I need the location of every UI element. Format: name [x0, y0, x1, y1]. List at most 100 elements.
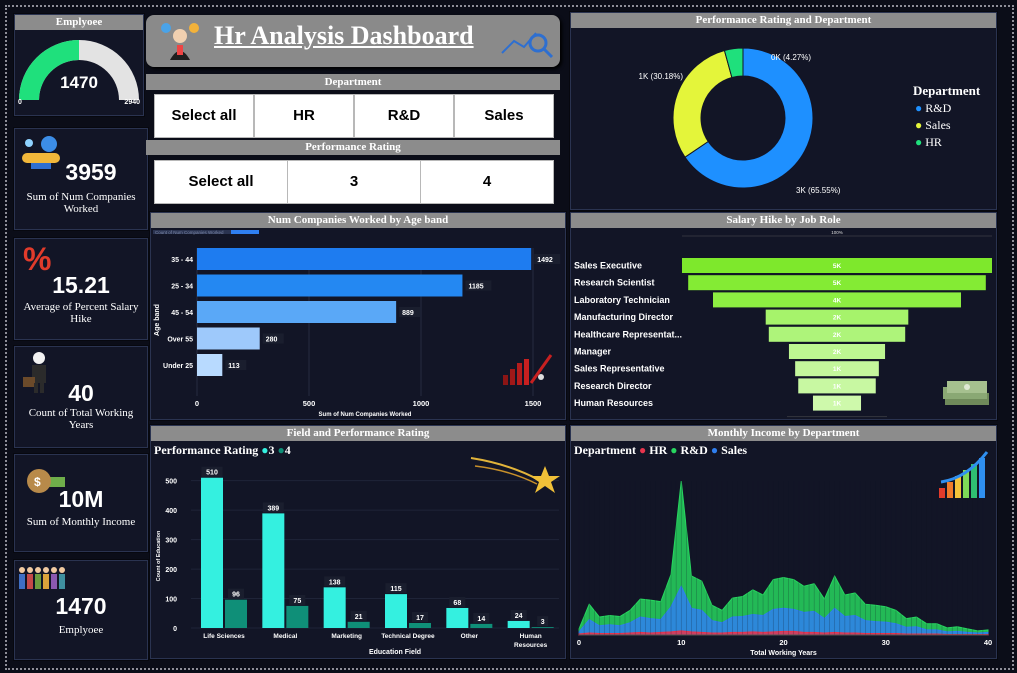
legend-item-hr[interactable]: ● HR [915, 134, 951, 151]
bar-Life-Sciences-rating-4 [225, 599, 247, 628]
legend-swatch [231, 230, 259, 234]
funnel-data-label: 2K [833, 332, 842, 339]
department-slicer-header: Department [146, 74, 560, 90]
donut-data-label: 0K (4.27%) [771, 53, 811, 62]
rating-option-4[interactable]: 4 [420, 160, 554, 204]
funnel-category-label: Laboratory Technician [574, 295, 670, 305]
x-tick-label: Other [461, 633, 479, 640]
gauge-min: 0 [18, 99, 22, 106]
legend-item-sales[interactable]: ● Sales [915, 117, 951, 134]
x-tick-label: 0 [195, 399, 199, 408]
y-tick-label: 45 - 54 [171, 310, 193, 317]
bar-Medical-rating-3 [262, 513, 285, 628]
y-tick-label: 0 [173, 626, 177, 633]
y-tick-label: 35 - 44 [171, 257, 193, 264]
data-label: 24 [515, 613, 523, 620]
cash-stack-icon [941, 379, 993, 414]
x-tick-label: Life Sciences [203, 633, 245, 640]
bar-35---44 [197, 248, 532, 270]
age-band-header: Num Companies Worked by Age band [151, 213, 565, 228]
donut-data-label: 1K (30.18%) [639, 72, 684, 81]
funnel-top-label: 100% [831, 230, 843, 235]
kpi-value: 40 [68, 380, 94, 406]
dept-option-rnd[interactable]: R&D [354, 94, 454, 138]
kpi-label: Count of Total Working Years [28, 407, 134, 431]
age-band-bar-card: Num Companies Worked by Age band Count o… [150, 212, 566, 420]
employee-gauge-card: Emplyoee 1470 0 2940 [14, 14, 144, 116]
rising-bars-icon [937, 448, 991, 505]
funnel-data-label: 4K [833, 297, 842, 304]
dept-option-sales[interactable]: Sales [454, 94, 554, 138]
rating-option-select-all[interactable]: Select all [154, 160, 288, 204]
x-tick-label: 0 [577, 638, 581, 647]
bar-Marketing-rating-4 [347, 621, 370, 628]
data-label: 17 [416, 615, 424, 622]
funnel-category-label: Research Director [574, 381, 652, 391]
people-icon [17, 565, 69, 596]
data-label: 68 [453, 600, 461, 607]
funnel-category-label: Sales Representative [574, 364, 665, 374]
bar-Human-Resources-rating-3 [507, 620, 530, 628]
bar-Under-25 [197, 354, 223, 376]
kpi-value: 10M [58, 486, 104, 512]
kpi-value: 3959 [65, 159, 117, 185]
dept-option-hr[interactable]: HR [254, 94, 354, 138]
bar-Human-Resources-rating-4 [531, 627, 554, 628]
rating-slicer: Performance Rating Select all 3 4 [146, 140, 560, 206]
y-tick-label: Over 55 [167, 337, 193, 344]
gauge-header: Emplyoee [15, 15, 143, 30]
kpi-card-salary-hike: % 15.21 Average of Percent Salary Hike [14, 238, 148, 340]
legend-dot: ● [915, 135, 923, 149]
funnel-category-label: Manager [574, 347, 612, 357]
x-tick-label: 500 [303, 399, 316, 408]
bar-Over-55 [197, 327, 260, 350]
funnel-category-label: Human Resources [574, 398, 653, 408]
gauge-max: 2940 [124, 99, 140, 106]
bar-Technical-Degree-rating-3 [385, 594, 407, 628]
legend-item-rnd[interactable]: ● R&D [915, 100, 951, 117]
title-banner: Hr Analysis Dashboard [146, 15, 560, 67]
funnel-data-label: 1K [833, 383, 842, 390]
x-tick-label: Human [520, 633, 542, 640]
y-tick-label: 100 [165, 597, 177, 604]
funnel-category-label: Sales Executive [574, 261, 642, 271]
funnel-data-label: 2K [833, 315, 842, 322]
donut-legend: ● R&D ● Sales ● HR [915, 100, 951, 151]
data-label: 389 [267, 505, 279, 512]
monthly-income-area-chart: 0 10 20 30 40 Total Working Years [577, 480, 992, 657]
funnel-data-label: 5K [833, 263, 842, 270]
bar-45---54 [197, 301, 397, 323]
data-label: 113 [228, 363, 239, 370]
legend-label: HR [925, 135, 942, 149]
kpi-label: Emplyoee [58, 624, 104, 636]
bar-Life-Sciences-rating-3 [201, 477, 223, 628]
x-tick-label: 1500 [525, 399, 542, 408]
performance-department-donut-card: Performance Rating and Department 3K (65… [570, 12, 997, 210]
legend-dot: ● [915, 101, 923, 115]
x-tick-label: 20 [779, 638, 787, 647]
dept-option-select-all[interactable]: Select all [154, 94, 254, 138]
x-tick-label: 30 [882, 638, 890, 647]
donut-data-label: 3K (65.55%) [796, 186, 841, 195]
x-tick-label: Marketing [331, 633, 362, 640]
funnel-header: Salary Hike by Job Role [571, 213, 996, 228]
x-tick-label: Technical Degree [381, 633, 435, 640]
data-label: 115 [390, 586, 401, 593]
kpi-value: 1470 [55, 593, 107, 619]
chart-legend-caption: Count of Num Companies Worked [155, 230, 224, 235]
y-tick-label: 200 [165, 567, 177, 574]
y-axis-label: Age band [154, 304, 161, 336]
y-tick-label: 25 - 34 [171, 284, 193, 291]
salary-hike-funnel-card: Salary Hike by Job Role 100% 5K Sales Exec… [570, 212, 997, 420]
data-label: 3 [541, 619, 545, 626]
salary-hike-funnel-chart: 100% 5K Sales Executive 5K Research Scientis… [574, 230, 992, 418]
field-rating-header: Field and Performance Rating [151, 426, 565, 441]
data-label: 21 [355, 614, 363, 621]
x-tick-label: 40 [984, 638, 992, 647]
rating-option-3[interactable]: 3 [287, 160, 421, 204]
y-tick-label: Under 25 [163, 363, 193, 370]
data-label: 75 [293, 598, 301, 605]
bar-Marketing-rating-3 [323, 587, 346, 628]
data-label: 1492 [537, 257, 553, 264]
bar-Technical-Degree-rating-4 [409, 622, 431, 628]
